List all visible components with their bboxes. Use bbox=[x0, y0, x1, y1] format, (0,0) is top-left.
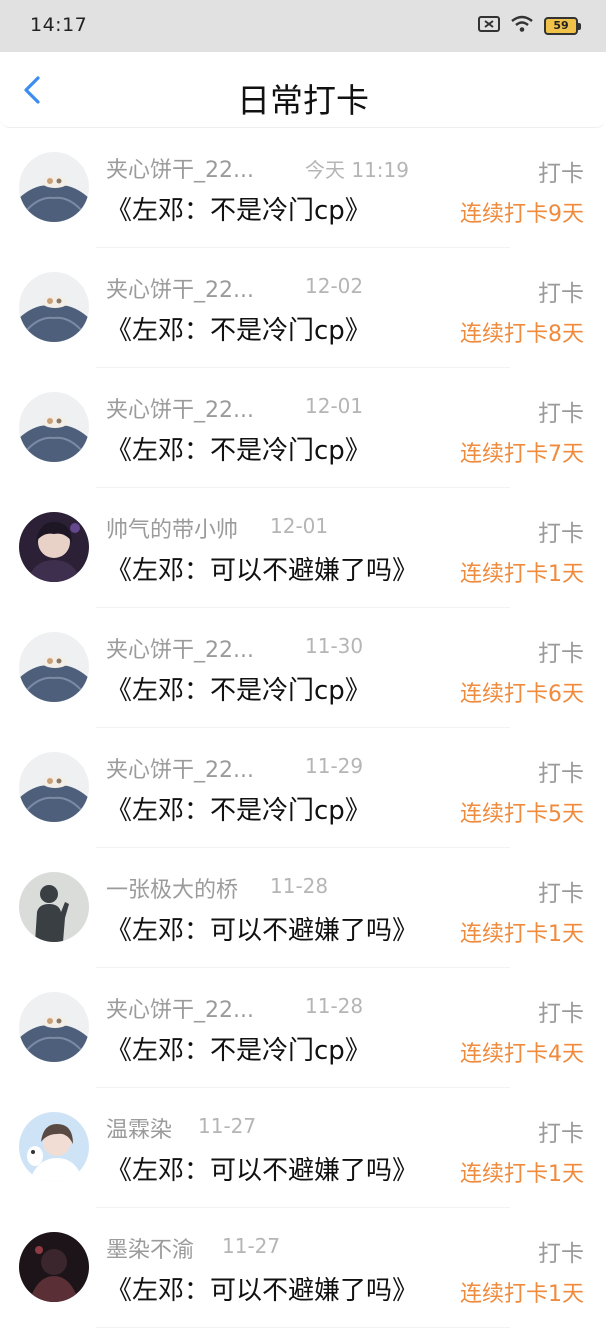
book-title[interactable]: 《左邓：可以不避嫌了吗》 bbox=[106, 550, 418, 587]
book-title[interactable]: 《左邓：不是冷门cp》 bbox=[106, 430, 371, 467]
checkin-tag: 打卡 bbox=[538, 761, 584, 787]
checkin-date: 11-27 bbox=[198, 1114, 257, 1138]
status-icons: 59 bbox=[478, 14, 581, 38]
checkin-date: 11-28 bbox=[270, 874, 329, 898]
user-name[interactable]: 夹心饼干_22... bbox=[106, 992, 254, 1024]
book-title[interactable]: 《左邓：不是冷门cp》 bbox=[106, 1030, 371, 1067]
checkin-list: 夹心饼干_22... 今天 11:19 《左邓：不是冷门cp》 打卡 连续打卡9天 夹心饼… bbox=[0, 128, 606, 1328]
user-name[interactable]: 帅气的带小帅 bbox=[106, 512, 238, 544]
book-title[interactable]: 《左邓：可以不避嫌了吗》 bbox=[106, 1270, 418, 1307]
book-title[interactable]: 《左邓：不是冷门cp》 bbox=[106, 670, 371, 707]
checkin-date: 11-27 bbox=[222, 1234, 281, 1258]
avatar[interactable] bbox=[19, 152, 89, 222]
avatar[interactable] bbox=[19, 512, 89, 582]
page-title: 日常打卡 bbox=[237, 81, 369, 120]
streak-count: 连续打卡4天 bbox=[460, 1042, 584, 1067]
list-item[interactable]: 夹心饼干_22... 今天 11:19 《左邓：不是冷门cp》 打卡连续打卡9天 bbox=[0, 128, 606, 248]
wifi-icon bbox=[510, 15, 534, 37]
avatar[interactable] bbox=[19, 632, 89, 702]
avatar[interactable] bbox=[19, 392, 89, 462]
book-title[interactable]: 《左邓：可以不避嫌了吗》 bbox=[106, 1150, 418, 1187]
book-title[interactable]: 《左邓：可以不避嫌了吗》 bbox=[106, 910, 418, 947]
user-name[interactable]: 一张极大的桥 bbox=[106, 872, 238, 904]
checkin-tag: 打卡 bbox=[538, 401, 584, 427]
user-name[interactable]: 墨染不渝 bbox=[106, 1232, 194, 1264]
checkin-date: 11-29 bbox=[305, 754, 364, 778]
streak-count: 连续打卡1天 bbox=[460, 1282, 584, 1307]
streak-count: 连续打卡1天 bbox=[460, 922, 584, 947]
streak-count: 连续打卡6天 bbox=[460, 682, 584, 707]
checkin-tag: 打卡 bbox=[538, 641, 584, 667]
checkin-date: 11-30 bbox=[305, 634, 364, 658]
checkin-tag: 打卡 bbox=[538, 281, 584, 307]
list-item[interactable]: 夹心饼干_22... 12-01 《左邓：不是冷门cp》 打卡连续打卡7天 bbox=[0, 368, 606, 488]
list-item[interactable]: 墨染不渝 11-27 《左邓：可以不避嫌了吗》 打卡连续打卡1天 bbox=[0, 1208, 606, 1328]
user-name[interactable]: 温霖染 bbox=[106, 1112, 172, 1144]
streak-count: 连续打卡5天 bbox=[460, 802, 584, 827]
streak-count: 连续打卡8天 bbox=[460, 322, 584, 347]
nav-bar: 日常打卡 bbox=[0, 52, 606, 128]
checkin-tag: 打卡 bbox=[538, 1241, 584, 1267]
book-title[interactable]: 《左邓：不是冷门cp》 bbox=[106, 790, 371, 827]
checkin-tag: 打卡 bbox=[538, 521, 584, 547]
streak-count: 连续打卡7天 bbox=[460, 442, 584, 467]
sim-off-icon bbox=[478, 15, 500, 37]
user-name[interactable]: 夹心饼干_22... bbox=[106, 752, 254, 784]
checkin-tag: 打卡 bbox=[538, 881, 584, 907]
list-item[interactable]: 温霖染 11-27 《左邓：可以不避嫌了吗》 打卡连续打卡1天 bbox=[0, 1088, 606, 1208]
checkin-tag: 打卡 bbox=[538, 1001, 584, 1027]
avatar[interactable] bbox=[19, 1232, 89, 1302]
list-item[interactable]: 夹心饼干_22... 11-29 《左邓：不是冷门cp》 打卡连续打卡5天 bbox=[0, 728, 606, 848]
avatar[interactable] bbox=[19, 992, 89, 1062]
list-item[interactable]: 夹心饼干_22... 12-02 《左邓：不是冷门cp》 打卡连续打卡8天 bbox=[0, 248, 606, 368]
status-time: 14:17 bbox=[30, 14, 88, 36]
avatar[interactable] bbox=[19, 872, 89, 942]
checkin-date: 12-01 bbox=[270, 514, 329, 538]
checkin-date: 12-02 bbox=[305, 274, 364, 298]
list-item[interactable]: 夹心饼干_22... 11-30 《左邓：不是冷门cp》 打卡连续打卡6天 bbox=[0, 608, 606, 728]
status-bar: 14:17 59 bbox=[0, 0, 606, 52]
battery-icon: 59 bbox=[544, 17, 581, 35]
avatar[interactable] bbox=[19, 1112, 89, 1182]
list-item[interactable]: 帅气的带小帅 12-01 《左邓：可以不避嫌了吗》 打卡连续打卡1天 bbox=[0, 488, 606, 608]
checkin-date: 11-28 bbox=[305, 994, 364, 1018]
checkin-date: 今天 11:19 bbox=[305, 158, 409, 182]
user-name[interactable]: 夹心饼干_22... bbox=[106, 632, 254, 664]
list-item[interactable]: 一张极大的桥 11-28 《左邓：可以不避嫌了吗》 打卡连续打卡1天 bbox=[0, 848, 606, 968]
avatar[interactable] bbox=[19, 752, 89, 822]
battery-level: 59 bbox=[553, 19, 569, 32]
checkin-date: 12-01 bbox=[305, 394, 364, 418]
book-title[interactable]: 《左邓：不是冷门cp》 bbox=[106, 310, 371, 347]
checkin-tag: 打卡 bbox=[538, 1121, 584, 1147]
user-name[interactable]: 夹心饼干_22... bbox=[106, 272, 254, 304]
streak-count: 连续打卡1天 bbox=[460, 1162, 584, 1187]
checkin-tag: 打卡 bbox=[538, 161, 584, 187]
list-item[interactable]: 夹心饼干_22... 11-28 《左邓：不是冷门cp》 打卡连续打卡4天 bbox=[0, 968, 606, 1088]
streak-count: 连续打卡9天 bbox=[460, 202, 584, 227]
streak-count: 连续打卡1天 bbox=[460, 562, 584, 587]
user-name[interactable]: 夹心饼干_22... bbox=[106, 392, 254, 424]
avatar[interactable] bbox=[19, 272, 89, 342]
book-title[interactable]: 《左邓：不是冷门cp》 bbox=[106, 190, 371, 227]
user-name[interactable]: 夹心饼干_22... bbox=[106, 152, 254, 184]
